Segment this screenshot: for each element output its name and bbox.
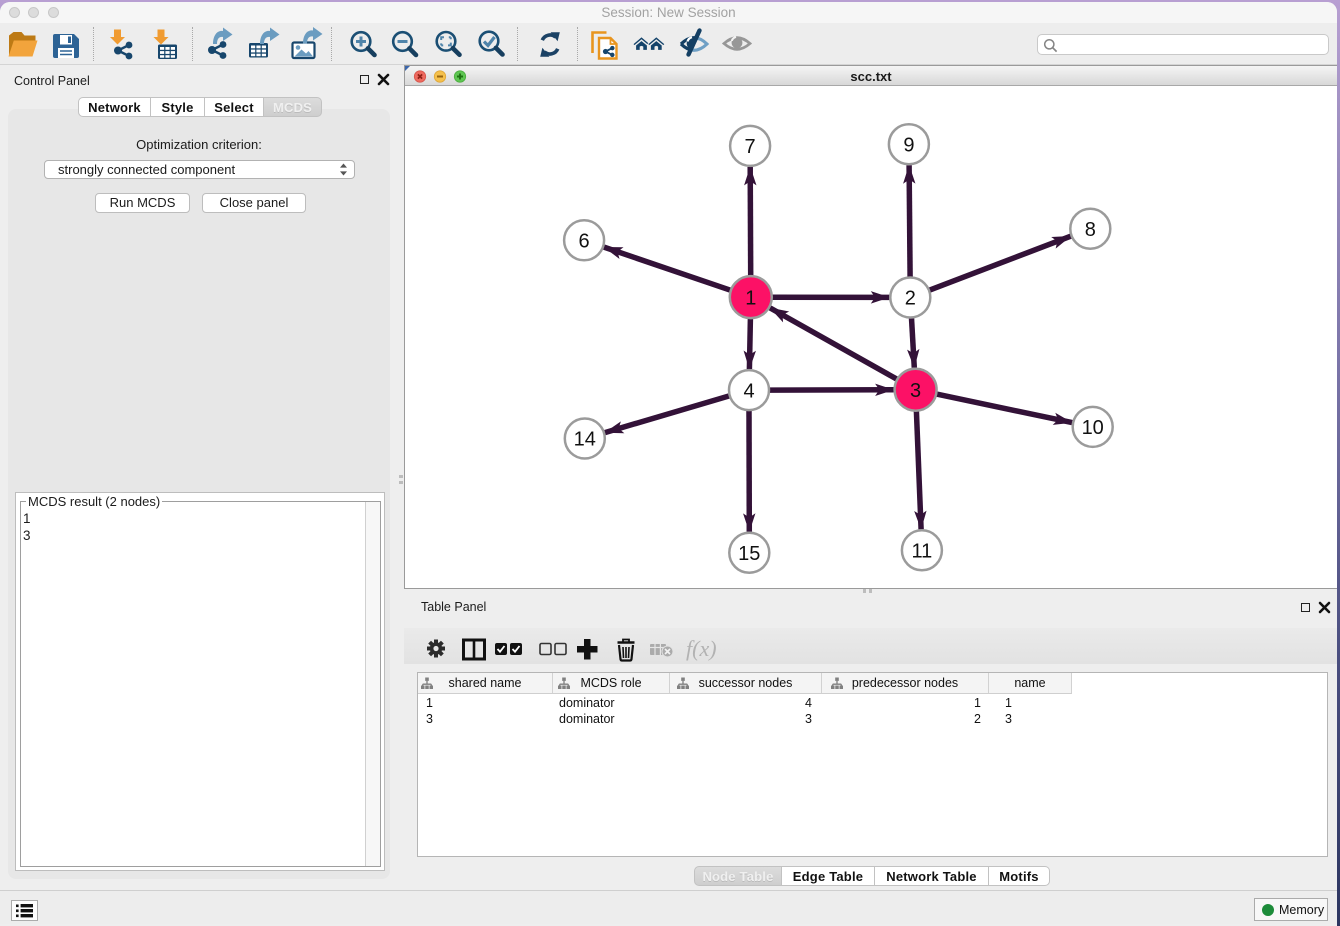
svg-text:1: 1	[745, 287, 756, 309]
svg-text:8: 8	[1085, 219, 1096, 241]
svg-text:10: 10	[1082, 417, 1104, 439]
svg-text:2: 2	[905, 288, 916, 310]
svg-text:6: 6	[579, 231, 590, 253]
svg-text:9: 9	[903, 134, 914, 156]
svg-text:7: 7	[745, 136, 756, 158]
svg-text:11: 11	[912, 541, 933, 563]
svg-text:4: 4	[743, 380, 754, 402]
svg-text:15: 15	[738, 543, 760, 565]
svg-text:f(x): f(x)	[686, 636, 717, 661]
svg-text:14: 14	[574, 429, 596, 451]
svg-text:3: 3	[910, 380, 921, 402]
